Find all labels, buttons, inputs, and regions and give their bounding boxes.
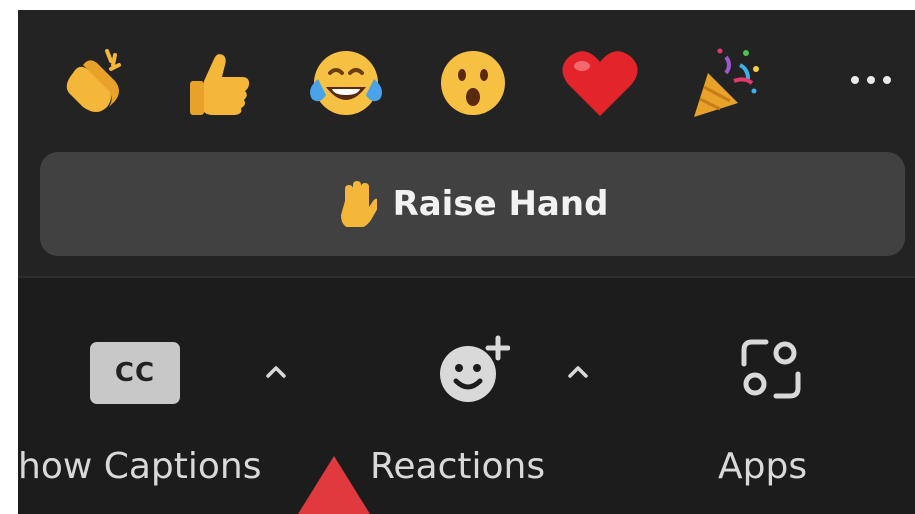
raised-hand-icon [340,181,377,227]
reactions-button[interactable] [436,334,511,412]
show-captions-label[interactable]: how Captions [18,446,262,487]
more-dot-icon [867,76,875,84]
smiley-plus-icon [440,335,511,402]
meeting-toolbar: CC how Captions Reactions Apps [18,278,915,514]
captions-options-caret[interactable] [256,352,296,392]
show-captions-button[interactable]: CC [90,342,180,404]
tears-of-joy-emoji-button[interactable] [301,28,391,138]
raise-hand-button[interactable]: Raise Hand [40,152,905,256]
open-mouth-emoji-button[interactable] [428,28,518,138]
apps-icon [741,339,801,399]
chevron-up-icon [266,366,286,378]
apps-label[interactable]: Apps [718,446,807,487]
red-heart-emoji-button[interactable] [555,28,645,138]
open-mouth-icon [441,51,505,115]
clapping-hands-icon [66,49,121,112]
thumbs-up-icon [190,54,250,115]
meeting-window: Raise Hand CC how Captions Reactions App… [18,10,915,514]
thumbs-up-emoji-button[interactable] [175,28,265,138]
red-heart-icon [562,51,638,117]
more-dot-icon [883,76,891,84]
raise-hand-label: Raise Hand [392,184,609,224]
clapping-hands-emoji-button[interactable] [48,28,138,138]
party-popper-emoji-button[interactable] [681,28,771,138]
reactions-label[interactable]: Reactions [370,446,545,487]
chevron-up-icon [568,366,588,378]
tears-of-joy-icon [310,51,382,115]
more-dot-icon [851,76,859,84]
captions-icon-text: CC [114,358,156,388]
more-reactions-button[interactable] [841,50,901,110]
pointer-arrow-icon [298,456,370,514]
emoji-reaction-row [18,28,915,138]
apps-button[interactable] [738,336,804,406]
reactions-popup: Raise Hand [18,10,915,276]
party-popper-icon [694,48,759,117]
reactions-options-caret[interactable] [558,352,598,392]
